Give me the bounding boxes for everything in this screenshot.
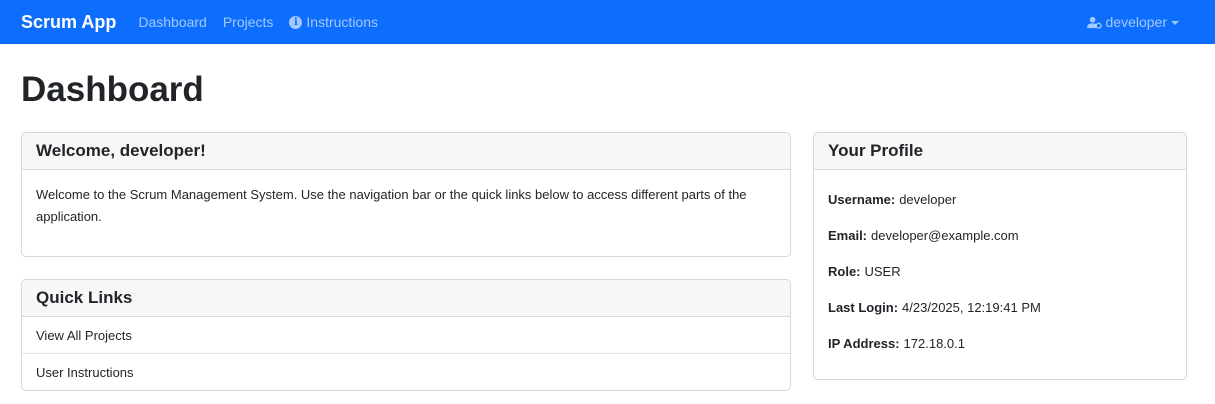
quick-links-card: Quick Links View All Projects User Instr… bbox=[21, 279, 791, 391]
navbar: Scrum App Dashboard Projects i Instructi… bbox=[0, 0, 1215, 44]
profile-last-login-label: Last Login: bbox=[828, 300, 899, 315]
profile-role-label: Role: bbox=[828, 264, 861, 279]
profile-username-value: developer bbox=[899, 192, 957, 207]
profile-email-label: Email: bbox=[828, 228, 868, 243]
nav-link-dashboard[interactable]: Dashboard bbox=[138, 14, 207, 30]
brand-link[interactable]: Scrum App bbox=[21, 12, 116, 33]
user-cog-icon bbox=[1086, 16, 1102, 29]
quick-link-view-all-projects[interactable]: View All Projects bbox=[22, 317, 790, 354]
profile-ip-address: IP Address: 172.18.0.1 bbox=[828, 326, 1172, 362]
page-title: Dashboard bbox=[21, 70, 204, 109]
welcome-card: Welcome, developer! Welcome to the Scrum… bbox=[21, 132, 791, 257]
quick-links-title: Quick Links bbox=[22, 280, 790, 317]
user-name: developer bbox=[1105, 14, 1168, 30]
profile-card-body: Username: developer Email: developer@exa… bbox=[814, 170, 1186, 376]
profile-ip-address-label: IP Address: bbox=[828, 336, 900, 351]
nav-link-instructions[interactable]: i Instructions bbox=[289, 14, 378, 30]
profile-card-title: Your Profile bbox=[814, 133, 1186, 170]
info-icon: i bbox=[289, 15, 303, 29]
user-dropdown[interactable]: developer bbox=[1086, 0, 1179, 44]
profile-role: Role: USER bbox=[828, 254, 1172, 290]
profile-email-value: developer@example.com bbox=[871, 228, 1019, 243]
welcome-card-title: Welcome, developer! bbox=[22, 133, 790, 170]
nav-link-instructions-label: Instructions bbox=[306, 14, 379, 30]
profile-last-login: Last Login: 4/23/2025, 12:19:41 PM bbox=[828, 290, 1172, 326]
quick-link-user-instructions[interactable]: User Instructions bbox=[22, 354, 790, 390]
profile-username-label: Username: bbox=[828, 192, 896, 207]
profile-last-login-value: 4/23/2025, 12:19:41 PM bbox=[902, 300, 1041, 315]
profile-email: Email: developer@example.com bbox=[828, 218, 1172, 254]
profile-username: Username: developer bbox=[828, 182, 1172, 218]
profile-role-value: USER bbox=[864, 264, 901, 279]
chevron-down-icon bbox=[1171, 20, 1179, 25]
profile-card: Your Profile Username: developer Email: … bbox=[813, 132, 1187, 380]
nav-link-projects[interactable]: Projects bbox=[223, 14, 274, 30]
welcome-card-body: Welcome to the Scrum Management System. … bbox=[36, 187, 747, 224]
profile-ip-address-value: 172.18.0.1 bbox=[903, 336, 965, 351]
